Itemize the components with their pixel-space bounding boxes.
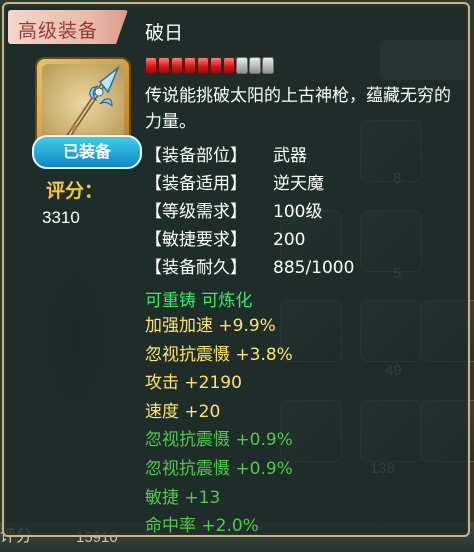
star-empty-icon bbox=[236, 57, 248, 74]
score-label: 评分： bbox=[46, 180, 104, 202]
refine-status: 可重铸 可炼化 bbox=[145, 291, 253, 311]
bonus-stat: 速度 +20 bbox=[145, 401, 221, 422]
star-filled-icon bbox=[184, 57, 196, 74]
bonus-stat: 加强加速 +9.9% bbox=[145, 316, 276, 336]
star-filled-icon bbox=[171, 57, 183, 74]
star-empty-icon bbox=[249, 57, 261, 74]
attribute-row: 【敏捷要求】 200 bbox=[145, 226, 354, 254]
item-tooltip: 高级装备 破日 已装备 评分： 3310 传说能挑破太阳的上古神枪，蕴藏无穷的力… bbox=[2, 2, 470, 537]
attribute-label: 【装备适用】 bbox=[145, 174, 247, 194]
attribute-row: 【装备耐久】 885/1000 bbox=[145, 254, 354, 282]
star-empty-icon bbox=[262, 57, 274, 74]
star-filled-icon bbox=[223, 57, 235, 74]
bonus-list: 加强加速 +9.9% 忽视抗震慑 +3.8% 攻击 +2190 速度 +20 忽… bbox=[145, 312, 293, 541]
attribute-label: 【等级需求】 bbox=[145, 202, 247, 222]
bonus-stat: 忽视抗震慑 +3.8% bbox=[145, 344, 293, 365]
star-filled-icon bbox=[158, 57, 170, 74]
attribute-list: 【装备部位】 武器 【装备适用】 逆天魔 【等级需求】 100级 【敏捷要求】 200 … bbox=[145, 142, 354, 282]
star-rating bbox=[145, 57, 274, 74]
equipped-badge: 已装备 bbox=[32, 135, 142, 169]
bonus-stat: 命中率 +2.0% bbox=[145, 516, 259, 537]
attribute-value: 武器 bbox=[273, 146, 307, 166]
attribute-label: 【敏捷要求】 bbox=[145, 230, 247, 250]
attribute-value: 885/1000 bbox=[273, 258, 355, 278]
item-description: 传说能挑破太阳的上古神枪，蕴藏无穷的力量。 bbox=[145, 86, 451, 132]
attribute-label: 【装备耐久】 bbox=[145, 258, 247, 278]
attribute-row: 【装备适用】 逆天魔 bbox=[145, 170, 354, 198]
attribute-row: 【装备部位】 武器 bbox=[145, 142, 354, 170]
attribute-row: 【等级需求】 100级 bbox=[145, 198, 354, 226]
tooltip-category-title: 高级装备 bbox=[18, 20, 99, 42]
attribute-value: 200 bbox=[273, 230, 306, 250]
attribute-label: 【装备部位】 bbox=[145, 146, 247, 166]
attribute-value: 逆天魔 bbox=[273, 174, 324, 194]
score-value: 3310 bbox=[42, 208, 80, 227]
bonus-stat: 攻击 +2190 bbox=[145, 373, 242, 394]
star-filled-icon bbox=[197, 57, 209, 74]
bonus-stat: 忽视抗震慑 +0.9% bbox=[145, 458, 293, 479]
bonus-stat: 忽视抗震慑 +0.9% bbox=[145, 430, 293, 451]
attribute-value: 100级 bbox=[273, 202, 323, 222]
star-filled-icon bbox=[210, 57, 222, 74]
bonus-stat: 敏捷 +13 bbox=[145, 487, 221, 508]
item-name: 破日 bbox=[145, 22, 184, 44]
star-filled-icon bbox=[145, 57, 157, 74]
